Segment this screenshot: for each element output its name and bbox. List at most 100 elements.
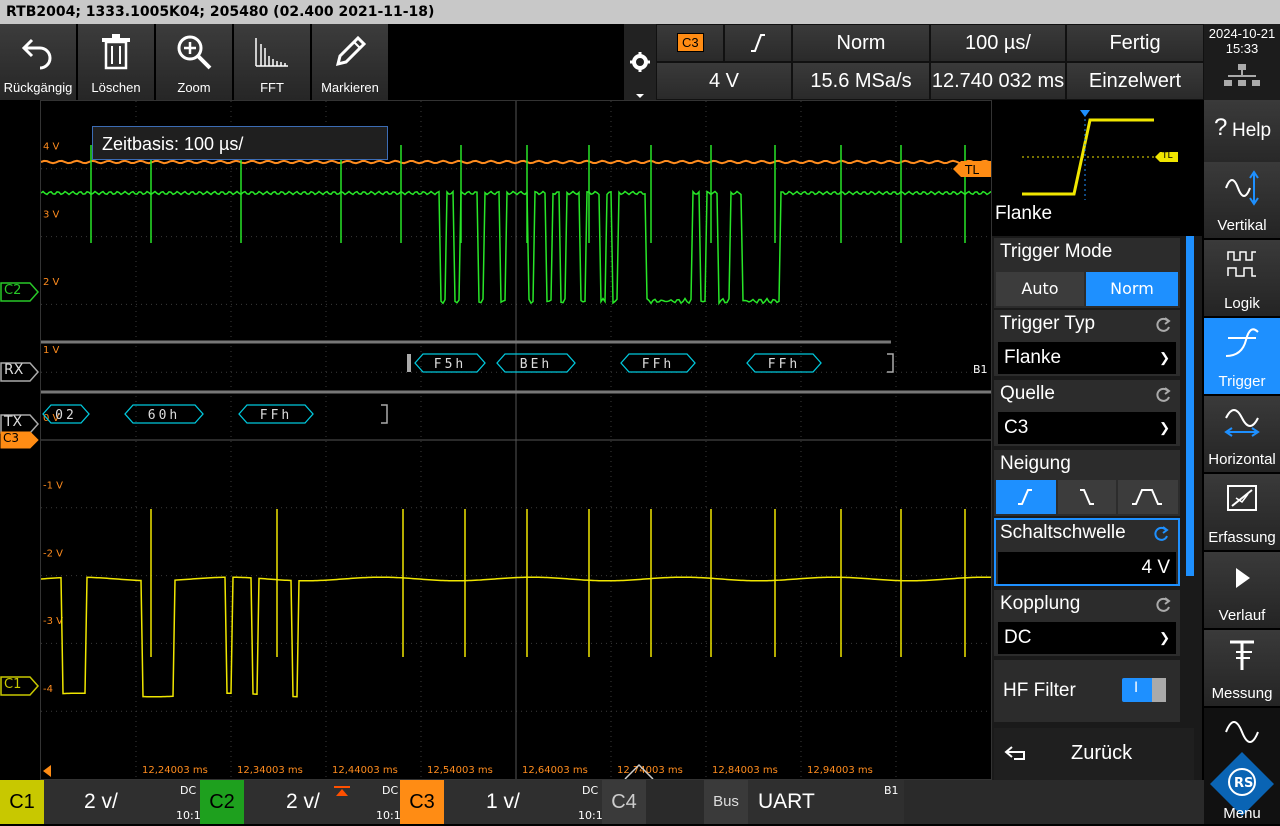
trigger-menu-label: Trigger <box>1218 373 1266 390</box>
ch2-marker-label: C2 <box>4 283 22 298</box>
trigger-level-marker[interactable]: TL <box>953 161 991 177</box>
waveform-display[interactable]: 4 V3 V2 V1 V0 V -1 V -2 V -3 V -4 12,24003 m… <box>40 100 992 780</box>
trigger-mode-title: Trigger Mode <box>1000 241 1113 262</box>
ch1-tag-label: C1 <box>9 791 35 813</box>
tx-frame-end <box>381 404 388 424</box>
tx-byte-label: FFh <box>260 408 292 423</box>
delete-label: Löschen <box>91 80 141 95</box>
window-title-bar: RTB2004; 1333.1005K04; 205480 (02.400 20… <box>0 0 1280 24</box>
panel-scrollbar[interactable] <box>1186 236 1194 576</box>
rx-bus-marker[interactable]: RX <box>0 362 40 386</box>
slope-both-button[interactable] <box>1118 480 1178 514</box>
rx-byte-label: BEh <box>520 357 552 372</box>
trigger-mode-auto-button[interactable]: Auto <box>996 272 1084 306</box>
trigger-mode-norm-button[interactable]: Norm <box>1086 272 1178 306</box>
menu-label: Menu <box>1223 805 1261 822</box>
ch4-tag[interactable]: C4 <box>602 780 646 824</box>
ch1-settings[interactable]: 2 v/ DC 10:1 <box>44 780 201 824</box>
ch1-offset-marker[interactable]: C1 <box>0 676 40 700</box>
trigger-slope-cell[interactable] <box>724 24 792 62</box>
ch2-tag[interactable]: C2 <box>200 780 244 824</box>
trigger-level-cell[interactable]: 4 V <box>656 62 792 100</box>
x-axis-label: 12,44003 ms <box>332 765 398 776</box>
timebase-value: 100 µs/ <box>964 32 1031 54</box>
ch4-settings[interactable] <box>646 780 702 824</box>
fft-button[interactable]: FFT <box>234 24 312 100</box>
slope-rising-button[interactable] <box>996 480 1056 514</box>
svg-text:RS: RS <box>1234 776 1253 791</box>
logic-button[interactable]: Logik <box>1204 240 1280 318</box>
ch3-offset-marker[interactable]: C3 <box>0 431 40 453</box>
acquisition-button[interactable]: Erfassung <box>1204 474 1280 552</box>
trigger-offset-marker <box>43 765 51 777</box>
x-axis-label: 12,24003 ms <box>142 765 208 776</box>
status-cell[interactable]: Fertig <box>1066 24 1204 62</box>
measure-icon <box>1230 640 1254 670</box>
ch1-coupling: DC <box>180 784 197 797</box>
reset-icon[interactable] <box>1152 525 1170 543</box>
reset-icon[interactable] <box>1154 316 1172 334</box>
both-edges-icon <box>1132 489 1162 505</box>
history-button[interactable]: Verlauf <box>1204 552 1280 630</box>
coupling-value: DC <box>1004 627 1032 648</box>
hf-filter-title: HF Filter <box>1003 680 1076 701</box>
acquisition-mode-value: Einzelwert <box>1088 70 1182 92</box>
trigger-type-select[interactable]: Flanke ❯ <box>998 342 1176 374</box>
y-axis-label: -4 <box>43 684 53 695</box>
threshold-input[interactable]: 4 V <box>998 552 1176 584</box>
ch3-tag[interactable]: C3 <box>400 780 444 824</box>
mark-button[interactable]: Markieren <box>312 24 390 100</box>
undo-button[interactable]: Rückgängig <box>0 24 78 100</box>
coupling-select[interactable]: DC ❯ <box>998 622 1176 654</box>
status-value: Fertig <box>1109 32 1161 54</box>
threshold-group: Schaltschwelle 4 V <box>994 518 1180 586</box>
ch2-offset-marker[interactable]: C2 <box>0 282 40 306</box>
sample-rate-cell[interactable]: 15.6 MSa/s <box>792 62 930 100</box>
logic-icon <box>1227 251 1256 277</box>
reset-icon[interactable] <box>1154 596 1172 614</box>
settings-button[interactable] <box>624 24 656 100</box>
trigger-slope-group: Neigung <box>994 450 1180 516</box>
tx-marker-label: TX <box>4 414 23 430</box>
rx-frame-end <box>887 353 894 373</box>
horizontal-button[interactable]: Horizontal <box>1204 396 1280 474</box>
trigger-mode-cell[interactable]: Norm <box>792 24 930 62</box>
ch4-tag-label: C4 <box>611 791 637 813</box>
ch3-settings[interactable]: 1 v/ DC 10:1 <box>444 780 603 824</box>
bus-marker-label: B1 <box>973 363 988 376</box>
x-axis-label: 12,64003 ms <box>522 765 588 776</box>
ch2-settings[interactable]: 2 v/ DC 10:1 <box>244 780 401 824</box>
rx-byte-label: FFh <box>642 357 674 372</box>
logic-label: Logik <box>1224 295 1260 312</box>
back-button[interactable]: Zurück <box>994 728 1194 780</box>
x-axis-label: 12,54003 ms <box>427 765 493 776</box>
trigger-source-cell[interactable]: C3 <box>656 24 724 62</box>
ch2-offset-indicator-icon <box>334 786 350 796</box>
position-cell[interactable]: 12.740 032 ms <box>930 62 1066 100</box>
ch2-tag-label: C2 <box>209 791 235 813</box>
ch1-tag[interactable]: C1 <box>0 780 44 824</box>
bus-tag[interactable]: Bus <box>704 780 748 824</box>
help-icon: ? <box>1214 114 1228 141</box>
trigger-type-group: Trigger Typ Flanke ❯ <box>994 310 1180 376</box>
delete-button[interactable]: Löschen <box>78 24 156 100</box>
zoom-button[interactable]: Zoom <box>156 24 234 100</box>
bus-tag-label: Bus <box>713 793 739 810</box>
hf-filter-toggle[interactable]: I <box>1122 678 1166 702</box>
vertical-button[interactable]: Vertikal <box>1204 162 1280 240</box>
measure-button[interactable]: Messung <box>1204 630 1280 708</box>
slope-falling-button[interactable] <box>1058 480 1116 514</box>
measure-label: Messung <box>1211 685 1273 702</box>
trigger-source-select[interactable]: C3 ❯ <box>998 412 1176 444</box>
acquisition-mode-cell[interactable]: Einzelwert <box>1066 62 1204 100</box>
toolbar: Rückgängig Löschen Zoom FFT Markieren <box>0 24 390 100</box>
trigger-menu-button[interactable]: Trigger <box>1204 318 1280 396</box>
ch1-marker-label: C1 <box>4 677 22 692</box>
window-title: RTB2004; 1333.1005K04; 205480 (02.400 20… <box>6 4 435 20</box>
reset-icon[interactable] <box>1154 386 1172 404</box>
y-axis-label: 2 V <box>43 277 60 288</box>
bus-settings[interactable]: UART B1 <box>748 780 904 824</box>
menu-button[interactable]: RS Menu <box>1204 708 1280 826</box>
timebase-cell[interactable]: 100 µs/ <box>930 24 1066 62</box>
ch2-coupling: DC <box>382 784 399 797</box>
